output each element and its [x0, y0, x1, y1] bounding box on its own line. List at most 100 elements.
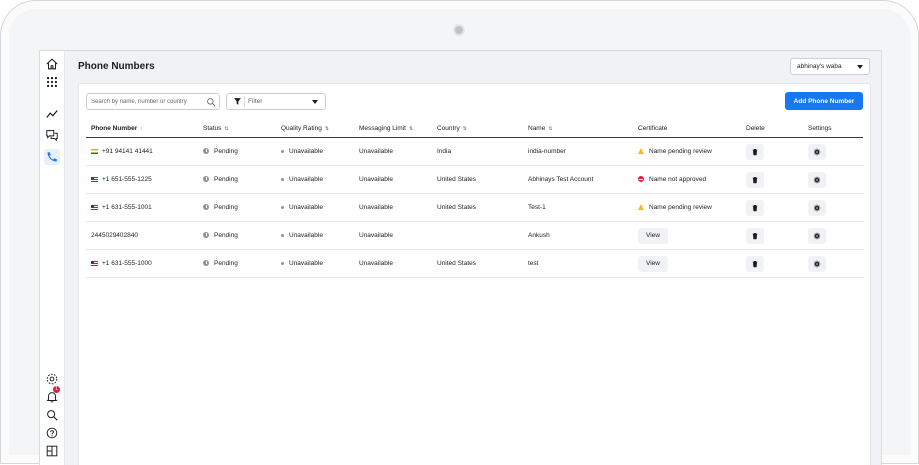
certificate-status: Name pending review [649, 204, 712, 211]
flag-us-icon [91, 176, 98, 182]
cell-name: Abhinays Test Account [523, 165, 633, 194]
account-select[interactable]: abhinay's waba [790, 58, 870, 75]
add-phone-number-button[interactable]: Add Phone Number [785, 92, 863, 110]
header-certificate: Certificate [633, 120, 741, 138]
insights-icon[interactable] [44, 106, 60, 122]
phone-icon[interactable] [44, 149, 60, 165]
cell-country: United States [432, 165, 523, 194]
device-frame: 1 Phone Numbers abhinay's waba Search by… [0, 0, 919, 465]
certificate-status: Name not approved [649, 176, 707, 183]
settings-button[interactable] [808, 143, 826, 160]
warning-icon [638, 148, 644, 155]
phone-number-text: +1 631-555-1001 [102, 204, 152, 211]
view-certificate-button[interactable]: View [638, 227, 668, 244]
delete-button[interactable] [746, 255, 764, 272]
cell-quality-rating: Unavailable [276, 221, 354, 250]
gear-icon [813, 148, 821, 156]
table-row[interactable]: 2445029402840 Pending Unavailable Unavai… [86, 221, 863, 250]
delete-button[interactable] [746, 171, 764, 188]
trash-icon [751, 260, 759, 268]
cell-messaging-limit: Unavailable [354, 221, 432, 250]
error-icon [638, 176, 644, 183]
header-status[interactable]: Status ⇅ [198, 120, 276, 138]
search-box[interactable] [86, 93, 220, 110]
settings-button[interactable] [808, 255, 826, 272]
phone-numbers-table: Phone Number ↑ Status ⇅ Quality Rating ⇅ Me… [86, 120, 863, 278]
cell-quality-rating: Unavailable [276, 249, 354, 278]
table-row[interactable]: +1 631-555-1000 Pending Unavailable Unav… [86, 249, 863, 278]
notifications-icon[interactable]: 1 [44, 386, 60, 405]
cell-name: india-number [523, 137, 633, 166]
trash-icon [751, 204, 759, 212]
table-row[interactable]: +1 651-555-1225 Pending Unavailable Unav… [86, 165, 863, 194]
quality-text: Unavailable [289, 148, 323, 155]
cell-messaging-limit: Unavailable [354, 193, 432, 222]
table-row[interactable]: +91 94141 41441 Pending Unavailable Unav… [86, 137, 863, 166]
cell-status: Pending [198, 249, 276, 278]
chat-icon[interactable] [44, 127, 60, 143]
sort-icon: ⇅ [462, 126, 467, 132]
help-icon[interactable] [44, 425, 60, 441]
delete-button[interactable] [746, 227, 764, 244]
filter-label: Filter [248, 98, 263, 105]
status-dot-icon [281, 233, 284, 237]
phone-numbers-card: Filter Add Phone Number Phone Number↑ St… [78, 83, 871, 465]
cell-settings [803, 137, 863, 166]
cell-settings [803, 165, 863, 194]
header-country[interactable]: Country ⇅ [432, 120, 523, 138]
settings-icon[interactable] [44, 371, 60, 387]
table-row[interactable]: +1 631-555-1001 Pending Unavailable Unav… [86, 193, 863, 222]
delete-button[interactable] [746, 199, 764, 216]
cell-status: Pending [198, 165, 276, 194]
status-dot-icon [281, 149, 284, 153]
cell-phone-number: +1 631-555-1000 [86, 249, 198, 278]
status-dot-icon [281, 205, 284, 209]
cell-status: Pending [198, 137, 276, 166]
cell-settings [803, 193, 863, 222]
header-quality-rating[interactable]: Quality Rating ⇅ [276, 120, 354, 138]
header-messaging-limit[interactable]: Messaging Limit ⇅ [354, 120, 432, 138]
search-input[interactable] [91, 95, 201, 108]
settings-button[interactable] [808, 227, 826, 244]
chevron-down-icon [857, 65, 863, 69]
cell-delete [741, 249, 803, 278]
filter-divider [244, 96, 245, 107]
quality-text: Unavailable [289, 204, 323, 211]
sort-ascending-icon: ↑ [140, 126, 143, 132]
cell-certificate: Name pending review [633, 193, 741, 222]
cell-quality-rating: Unavailable [276, 137, 354, 166]
phone-number-text: +1 631-555-1000 [102, 260, 152, 267]
status-text: Pending [214, 176, 238, 183]
sort-icon: ⇅ [408, 126, 414, 132]
phone-number-text: +91 94141 41441 [102, 148, 153, 155]
trash-icon [751, 176, 759, 184]
home-icon[interactable] [44, 56, 60, 72]
sort-icon: ⇅ [324, 126, 330, 132]
header-delete: Delete [741, 120, 803, 138]
table-header-row: Phone Number ↑ Status ⇅ Quality Rating ⇅ Me… [86, 120, 863, 138]
delete-button[interactable] [746, 143, 764, 160]
view-certificate-button[interactable]: View [638, 255, 668, 272]
settings-button[interactable] [808, 171, 826, 188]
trash-icon [751, 232, 759, 240]
gear-icon [813, 176, 821, 184]
warning-icon [638, 204, 644, 211]
apps-grid-icon[interactable] [44, 74, 60, 90]
settings-button[interactable] [808, 199, 826, 216]
status-dot-icon [281, 261, 284, 265]
cell-country: India [432, 137, 523, 166]
header-phone-number[interactable]: Phone Number ↑ [86, 120, 198, 138]
header-settings: Settings [803, 120, 863, 138]
sort-icon: ⇅ [224, 126, 229, 132]
cell-delete [741, 193, 803, 222]
cell-delete [741, 221, 803, 250]
panel-icon[interactable] [44, 443, 60, 459]
cell-quality-rating: Unavailable [276, 165, 354, 194]
filter-dropdown[interactable]: Filter [226, 93, 326, 110]
status-dot-icon [281, 177, 284, 181]
header-name[interactable]: Name ⇅ [523, 120, 633, 138]
quality-text: Unavailable [289, 232, 323, 239]
cell-country: United States [432, 249, 523, 278]
pending-icon [203, 232, 209, 239]
search-icon[interactable] [44, 407, 60, 423]
